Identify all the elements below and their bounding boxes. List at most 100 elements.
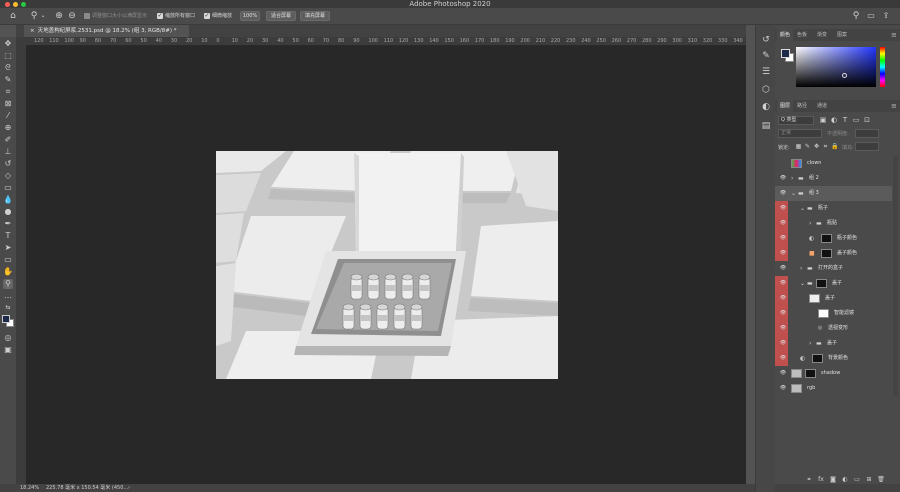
healing-brush-tool-icon[interactable]: ⊕ bbox=[3, 123, 13, 133]
tab-swatches[interactable]: 色板 bbox=[797, 29, 807, 41]
add-mask-icon[interactable]: ◙ bbox=[829, 475, 837, 485]
layer-mask-thumb[interactable] bbox=[821, 234, 832, 243]
tab-layers[interactable]: 图层 bbox=[777, 100, 794, 112]
group-toggle-icon[interactable]: › bbox=[800, 261, 802, 276]
zoom-value-field[interactable]: 100% bbox=[240, 11, 260, 21]
lock-pixels-icon[interactable]: ▦ bbox=[795, 142, 802, 152]
tab-close-icon[interactable]: × bbox=[30, 28, 35, 34]
layer-row[interactable]: 👁 ◐ 瓶子颜色 bbox=[775, 231, 892, 246]
eye-icon[interactable]: 👁 bbox=[778, 366, 788, 381]
fg-color-chip[interactable] bbox=[781, 49, 790, 58]
history-icon[interactable]: ↺ bbox=[761, 35, 771, 45]
eye-icon[interactable]: 👁 bbox=[778, 231, 788, 246]
filter-smart-icon[interactable]: ⊡ bbox=[863, 115, 871, 125]
lock-all-icon[interactable]: 🔒 bbox=[831, 142, 838, 152]
group-toggle-icon[interactable]: ⌄ bbox=[800, 201, 805, 216]
eye-icon[interactable]: 👁 bbox=[778, 351, 788, 366]
layer-row[interactable]: 👁 ■ 盖子颜色 bbox=[775, 246, 892, 261]
layer-mask-thumb[interactable] bbox=[805, 369, 816, 378]
scrubby-zoom-checkbox[interactable]: ✓ bbox=[204, 13, 210, 19]
layers-menu-icon[interactable]: ≡ bbox=[891, 100, 897, 112]
new-layer-icon[interactable]: ⊞ bbox=[865, 475, 873, 485]
layer-row[interactable]: 👁 › ▬ 盖子 bbox=[775, 336, 892, 351]
tab-patterns[interactable]: 图案 bbox=[837, 29, 847, 41]
swap-colors-icon[interactable]: ⇆ bbox=[3, 303, 13, 313]
marquee-tool-icon[interactable]: ⬚ bbox=[3, 51, 13, 61]
layer-filter-kind[interactable]: Q 类型 bbox=[778, 116, 814, 125]
filter-type-icon[interactable]: T bbox=[841, 115, 849, 125]
tab-color[interactable]: 颜色 bbox=[777, 29, 794, 41]
chevron-down-icon[interactable]: ⌄ bbox=[40, 11, 46, 21]
workspace-icon[interactable]: ▭ bbox=[865, 11, 877, 21]
layer-row[interactable]: 👁 › ▬ 打开的盒子 bbox=[775, 261, 892, 276]
layer-row[interactable]: 👁 ◐ 背景颜色 bbox=[775, 351, 892, 366]
brush-tool-icon[interactable]: ✐ bbox=[3, 135, 13, 145]
filter-pixel-icon[interactable]: ▣ bbox=[819, 115, 827, 125]
layer-thumb[interactable] bbox=[791, 384, 802, 393]
color-picker-cursor[interactable] bbox=[842, 73, 847, 78]
link-layers-icon[interactable]: ⚭ bbox=[805, 475, 813, 485]
eye-icon[interactable]: 👁 bbox=[778, 291, 788, 306]
panel-menu-icon[interactable]: ≡ bbox=[891, 29, 897, 41]
document-tab[interactable]: × 天地盖构纪屏浆.2531.psd @ 18.2% (组 3, RGB/8#) … bbox=[24, 25, 189, 37]
hand-tool-icon[interactable]: ✋ bbox=[3, 267, 13, 277]
group-toggle-icon[interactable]: › bbox=[809, 216, 811, 231]
pen-tool-icon[interactable]: ✒ bbox=[3, 219, 13, 229]
filter-shape-icon[interactable]: ▭ bbox=[852, 115, 860, 125]
resize-windows-checkbox[interactable] bbox=[84, 13, 90, 19]
eraser-tool-icon[interactable]: ◇ bbox=[3, 171, 13, 181]
blur-tool-icon[interactable]: 💧 bbox=[3, 195, 13, 205]
layer-row[interactable]: 👁 智能滤镜 bbox=[775, 306, 892, 321]
move-tool-icon[interactable]: ✥ bbox=[3, 39, 13, 49]
zoom-in-icon[interactable]: ⊕ bbox=[54, 11, 64, 21]
home-icon[interactable]: ⌂ bbox=[8, 11, 18, 21]
layer-row[interactable]: 👁 ⌄ ▬ 瓶子 bbox=[775, 201, 892, 216]
zoom-out-icon[interactable]: ⊖ bbox=[67, 11, 77, 21]
blend-mode-select[interactable]: 正常 bbox=[778, 129, 822, 138]
delete-layer-icon[interactable]: 🗑 bbox=[877, 475, 885, 485]
layer-mask-thumb[interactable] bbox=[816, 279, 827, 288]
document-image[interactable] bbox=[216, 151, 558, 379]
color-picker-field[interactable] bbox=[796, 47, 876, 87]
color-fill-icon[interactable]: ■ bbox=[809, 246, 815, 261]
layer-thumb[interactable] bbox=[809, 294, 820, 303]
layer-row[interactable]: 👁 ⌄ ▬ 组 3 bbox=[775, 186, 892, 201]
filter-visibility-icon[interactable]: ◎ bbox=[818, 321, 822, 336]
adjustments-icon[interactable]: ◐ bbox=[761, 102, 771, 112]
path-selection-tool-icon[interactable]: ➤ bbox=[3, 243, 13, 253]
group-toggle-icon[interactable]: › bbox=[809, 336, 811, 351]
eye-icon[interactable]: 👁 bbox=[778, 336, 788, 351]
crop-tool-icon[interactable]: ⌗ bbox=[3, 87, 13, 97]
fit-screen-button[interactable]: 适合屏幕 bbox=[266, 11, 296, 21]
canvas-area[interactable] bbox=[26, 46, 746, 484]
eye-icon[interactable]: 👁 bbox=[778, 171, 788, 186]
eye-icon[interactable]: 👁 bbox=[778, 201, 788, 216]
zoom-all-windows-checkbox[interactable]: ✓ bbox=[157, 13, 163, 19]
status-zoom[interactable]: 18.24% bbox=[20, 484, 39, 492]
filter-mask-thumb[interactable] bbox=[818, 309, 829, 318]
layer-mask-thumb[interactable] bbox=[821, 249, 832, 258]
layer-mask-thumb[interactable] bbox=[812, 354, 823, 363]
lock-paint-icon[interactable]: ✎ bbox=[804, 142, 811, 152]
search-icon[interactable]: ⚲ bbox=[851, 11, 861, 21]
eye-icon[interactable]: 👁 bbox=[778, 321, 788, 336]
layer-row[interactable]: 👁 ◎ 透视变形 bbox=[775, 321, 892, 336]
new-adjustment-icon[interactable]: ◐ bbox=[841, 475, 849, 485]
layer-row[interactable]: clown bbox=[775, 156, 892, 171]
quick-selection-tool-icon[interactable]: ✎ bbox=[3, 75, 13, 85]
group-toggle-icon[interactable]: › bbox=[791, 171, 793, 186]
tab-channels[interactable]: 通道 bbox=[817, 100, 827, 112]
hue-slider[interactable] bbox=[880, 47, 885, 87]
foreground-color-swatch[interactable] bbox=[2, 315, 10, 323]
eye-icon[interactable]: 👁 bbox=[778, 246, 788, 261]
layer-thumb[interactable] bbox=[791, 369, 802, 378]
layer-row[interactable]: 👁 shadow bbox=[775, 366, 892, 381]
eye-icon[interactable]: 👁 bbox=[778, 186, 788, 201]
layer-row[interactable]: 👁 盖子 bbox=[775, 291, 892, 306]
group-toggle-icon[interactable]: ⌄ bbox=[791, 186, 796, 201]
adjustment-icon[interactable]: ◐ bbox=[800, 351, 805, 366]
layer-row[interactable]: 👁 › ▬ 组 2 bbox=[775, 171, 892, 186]
rectangle-tool-icon[interactable]: ▭ bbox=[3, 255, 13, 265]
more-tools-icon[interactable]: … bbox=[3, 291, 13, 301]
layer-row[interactable]: 👁 › ▬ 瓶贴 bbox=[775, 216, 892, 231]
